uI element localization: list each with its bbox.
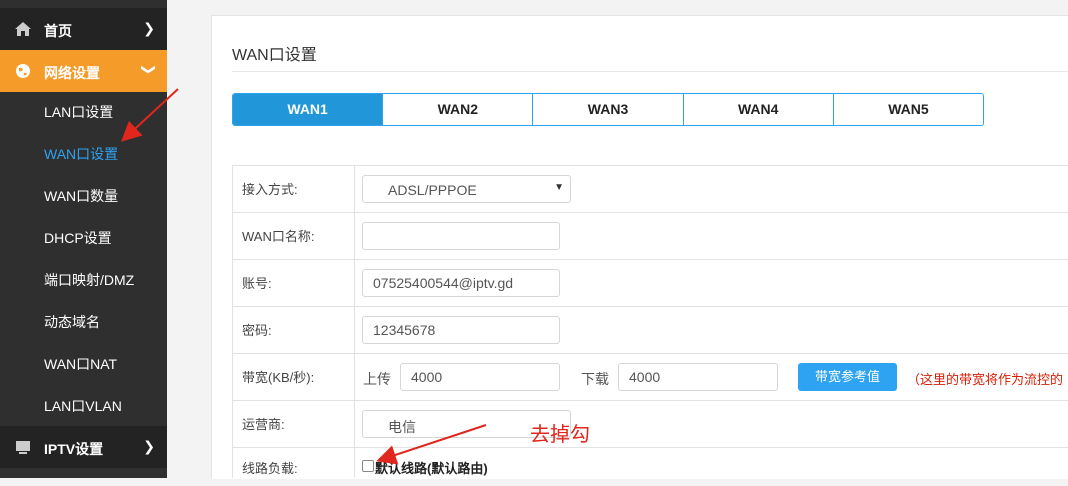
annotation-arrow-sidebar bbox=[121, 88, 179, 142]
annotation-arrow-checkbox bbox=[376, 424, 487, 465]
annotation-arrows bbox=[121, 88, 487, 465]
